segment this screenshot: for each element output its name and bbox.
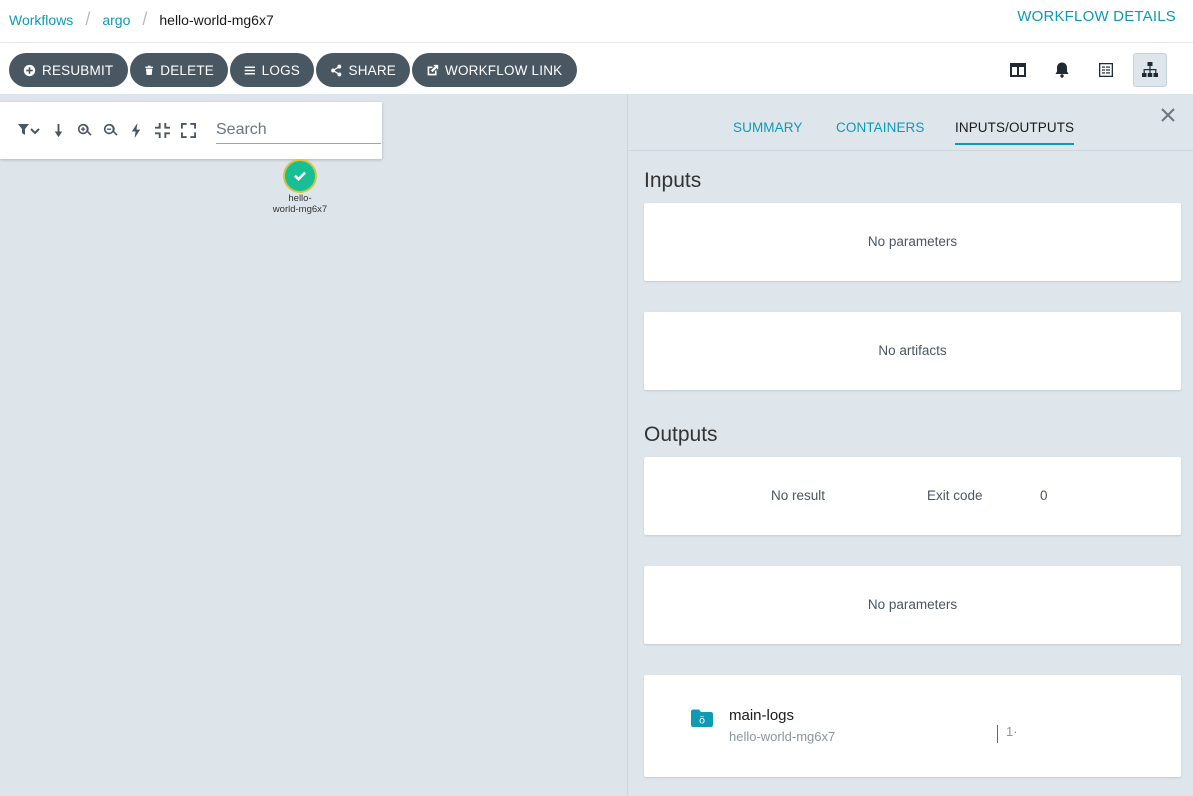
filter-dropdown-button[interactable] bbox=[16, 121, 42, 141]
breadcrumb-separator: / bbox=[85, 9, 91, 29]
outputs-artifacts-card: ö main-logs hello-world-mg6x7 1· bbox=[644, 675, 1181, 777]
split-view-icon bbox=[1010, 63, 1026, 77]
breadcrumb: Workflows / argo / hello-world-mg6x7 bbox=[9, 9, 274, 30]
panel-tabs: SUMMARY CONTAINERS INPUTS/OUTPUTS bbox=[628, 94, 1193, 151]
expand-icon bbox=[180, 123, 196, 138]
logs-button[interactable]: LOGS bbox=[230, 53, 314, 87]
graph-toolbar bbox=[0, 102, 382, 159]
inputs-parameters-card: No parameters bbox=[644, 203, 1181, 281]
external-link-icon bbox=[427, 64, 439, 75]
workflow-node-label: hello- world-mg6x7 bbox=[260, 193, 340, 215]
tab-containers[interactable]: CONTAINERS bbox=[836, 120, 925, 143]
zoom-out-icon bbox=[103, 123, 118, 136]
workflow-link-button[interactable]: WORKFLOW LINK bbox=[412, 53, 577, 87]
close-icon bbox=[1161, 108, 1175, 122]
plus-circle-icon bbox=[23, 64, 36, 76]
node-label-line: hello- bbox=[288, 193, 312, 204]
bell-icon bbox=[1055, 62, 1069, 78]
action-toolbar: RESUBMIT DELETE LOGS SHARE WORKFLOW LINK bbox=[0, 43, 1193, 94]
breadcrumb-current: hello-world-mg6x7 bbox=[159, 11, 274, 28]
delete-label: DELETE bbox=[160, 62, 214, 78]
inputs-artifacts-card: No artifacts bbox=[644, 312, 1181, 390]
zoom-in-button[interactable] bbox=[74, 121, 94, 141]
inputs-parameters-empty: No parameters bbox=[867, 234, 958, 249]
zoom-out-button[interactable] bbox=[100, 121, 120, 141]
list-view-icon bbox=[1099, 63, 1113, 77]
outputs-parameters-card: No parameters bbox=[644, 566, 1181, 644]
share-button[interactable]: SHARE bbox=[316, 53, 410, 87]
trash-icon bbox=[145, 65, 153, 75]
graph-search-input[interactable] bbox=[216, 117, 381, 144]
check-icon bbox=[294, 171, 306, 181]
resubmit-label: RESUBMIT bbox=[42, 62, 114, 78]
inputs-heading: Inputs bbox=[644, 169, 702, 192]
split-view-button[interactable] bbox=[1001, 53, 1035, 87]
node-label-line: world-mg6x7 bbox=[272, 204, 328, 215]
expand-button[interactable] bbox=[178, 121, 198, 141]
direction-button[interactable] bbox=[48, 121, 68, 141]
workflow-link-label: WORKFLOW LINK bbox=[445, 62, 563, 78]
arrow-down-icon bbox=[54, 123, 62, 138]
tree-graph-icon bbox=[1142, 62, 1158, 77]
inputs-artifacts-empty: No artifacts bbox=[878, 343, 947, 358]
artifact-truncated-value: 1· bbox=[1006, 724, 1018, 739]
outputs-heading: Outputs bbox=[644, 423, 718, 446]
breadcrumb-separator: / bbox=[142, 9, 148, 29]
outputs-parameters-empty: No parameters bbox=[867, 597, 958, 612]
close-panel-button[interactable] bbox=[1160, 107, 1176, 123]
fast-render-button[interactable] bbox=[126, 121, 146, 141]
artifact-folder-icon[interactable]: ö bbox=[691, 709, 713, 727]
tab-inputs-outputs[interactable]: INPUTS/OUTPUTS bbox=[955, 120, 1075, 145]
workflow-node[interactable] bbox=[283, 159, 317, 193]
bars-icon bbox=[244, 65, 255, 75]
zoom-in-icon bbox=[77, 123, 92, 136]
tab-summary[interactable]: SUMMARY bbox=[733, 120, 802, 143]
top-bar: Workflows / argo / hello-world-mg6x7 WOR… bbox=[0, 0, 1193, 43]
tree-view-button[interactable] bbox=[1133, 53, 1167, 87]
svg-text:ö: ö bbox=[699, 716, 705, 727]
workflow-graph-canvas[interactable]: hello- world-mg6x7 bbox=[0, 94, 627, 796]
logs-label: LOGS bbox=[261, 62, 300, 78]
share-label: SHARE bbox=[348, 62, 396, 78]
column-divider bbox=[997, 725, 998, 743]
exit-code-value: 0 bbox=[1040, 488, 1048, 503]
breadcrumb-namespace[interactable]: argo bbox=[102, 12, 130, 28]
artifact-name[interactable]: main-logs bbox=[729, 707, 794, 724]
artifact-workflow: hello-world-mg6x7 bbox=[729, 729, 836, 744]
notifications-button[interactable] bbox=[1045, 53, 1079, 87]
resubmit-button[interactable]: RESUBMIT bbox=[9, 53, 128, 87]
filter-icon bbox=[18, 124, 40, 135]
exit-code-label: Exit code bbox=[927, 488, 983, 503]
result-label: No result bbox=[771, 488, 826, 503]
bolt-icon bbox=[131, 123, 140, 138]
compress-icon bbox=[154, 123, 170, 138]
outputs-result-card: No result Exit code 0 bbox=[644, 457, 1181, 535]
list-view-button[interactable] bbox=[1089, 53, 1123, 87]
node-details-panel: SUMMARY CONTAINERS INPUTS/OUTPUTS Inputs… bbox=[627, 94, 1193, 796]
page-title: WORKFLOW DETAILS bbox=[1017, 8, 1176, 25]
breadcrumb-workflows[interactable]: Workflows bbox=[9, 12, 73, 28]
delete-button[interactable]: DELETE bbox=[130, 53, 228, 87]
collapse-button[interactable] bbox=[152, 121, 172, 141]
share-icon bbox=[331, 64, 342, 76]
